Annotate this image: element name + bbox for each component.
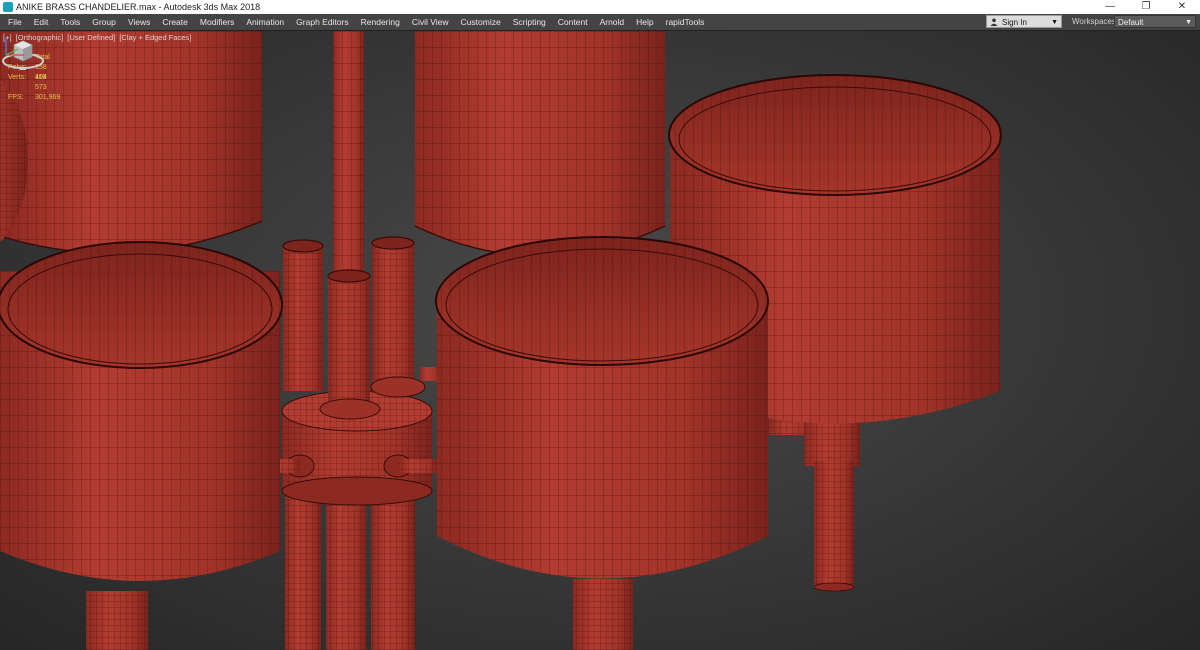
fps-label: FPS: bbox=[8, 94, 24, 101]
workspace-select[interactable]: Default ▼ bbox=[1114, 15, 1196, 28]
menu-edit[interactable]: Edit bbox=[28, 14, 55, 30]
menu-animation[interactable]: Animation bbox=[240, 14, 290, 30]
stem-front-center bbox=[573, 579, 633, 650]
viewport-view-mode-menu[interactable]: [User Defined] bbox=[67, 33, 115, 42]
stem-front-left bbox=[86, 591, 148, 650]
menu-rendering[interactable]: Rendering bbox=[355, 14, 406, 30]
perspective-viewport[interactable]: [+] [Orthographic] [User Defined] [Clay … bbox=[0, 31, 1200, 650]
menu-arnold[interactable]: Arnold bbox=[594, 14, 631, 30]
sign-in-label: Sign In bbox=[1002, 18, 1027, 27]
shade-front-left bbox=[0, 241, 283, 581]
close-button[interactable]: ✕ bbox=[1164, 0, 1200, 14]
restore-button[interactable]: ❐ bbox=[1128, 0, 1164, 14]
lower-rods bbox=[285, 486, 415, 650]
stem-right bbox=[768, 416, 860, 592]
menu-bar: File Edit Tools Group Views Create Modif… bbox=[0, 14, 1200, 31]
chevron-down-icon: ▼ bbox=[1185, 19, 1192, 26]
window-title: ANIKE BRASS CHANDELIER.max - Autodesk 3d… bbox=[16, 2, 261, 12]
menu-graph-editors[interactable]: Graph Editors bbox=[290, 14, 354, 30]
shade-back-center bbox=[414, 31, 666, 257]
menu-items: File Edit Tools Group Views Create Modif… bbox=[2, 14, 710, 30]
sign-in-dropdown[interactable]: Sign In ▼ bbox=[986, 15, 1062, 28]
menu-rapidtools[interactable]: rapidTools bbox=[660, 14, 711, 30]
menu-modifiers[interactable]: Modifiers bbox=[194, 14, 240, 30]
minimize-button[interactable]: — bbox=[1092, 0, 1128, 14]
axis-tripod-icon bbox=[5, 37, 24, 56]
workspace-value: Default bbox=[1118, 18, 1144, 27]
person-icon bbox=[990, 18, 998, 26]
chevron-down-icon: ▼ bbox=[1051, 19, 1058, 26]
chandelier-model bbox=[0, 31, 1002, 650]
fps-value: 301,969 bbox=[35, 94, 61, 101]
menu-tools[interactable]: Tools bbox=[54, 14, 86, 30]
center-rod bbox=[333, 31, 364, 271]
viewport-shading-menu[interactable]: [Clay + Edged Faces] bbox=[119, 33, 191, 42]
3ds-max-icon[interactable] bbox=[3, 2, 13, 12]
menu-civil-view[interactable]: Civil View bbox=[406, 14, 455, 30]
shade-front-center bbox=[435, 236, 769, 579]
title-bar: ANIKE BRASS CHANDELIER.max - Autodesk 3d… bbox=[0, 0, 1200, 14]
menu-create[interactable]: Create bbox=[156, 14, 194, 30]
workspaces-label: Workspaces: bbox=[1072, 17, 1119, 26]
menu-views[interactable]: Views bbox=[122, 14, 157, 30]
menu-group[interactable]: Group bbox=[86, 14, 122, 30]
menu-scripting[interactable]: Scripting bbox=[507, 14, 552, 30]
menu-content[interactable]: Content bbox=[552, 14, 594, 30]
menu-help[interactable]: Help bbox=[630, 14, 659, 30]
menu-customize[interactable]: Customize bbox=[455, 14, 507, 30]
window-controls: — ❐ ✕ bbox=[1092, 0, 1200, 14]
menu-file[interactable]: File bbox=[2, 14, 28, 30]
